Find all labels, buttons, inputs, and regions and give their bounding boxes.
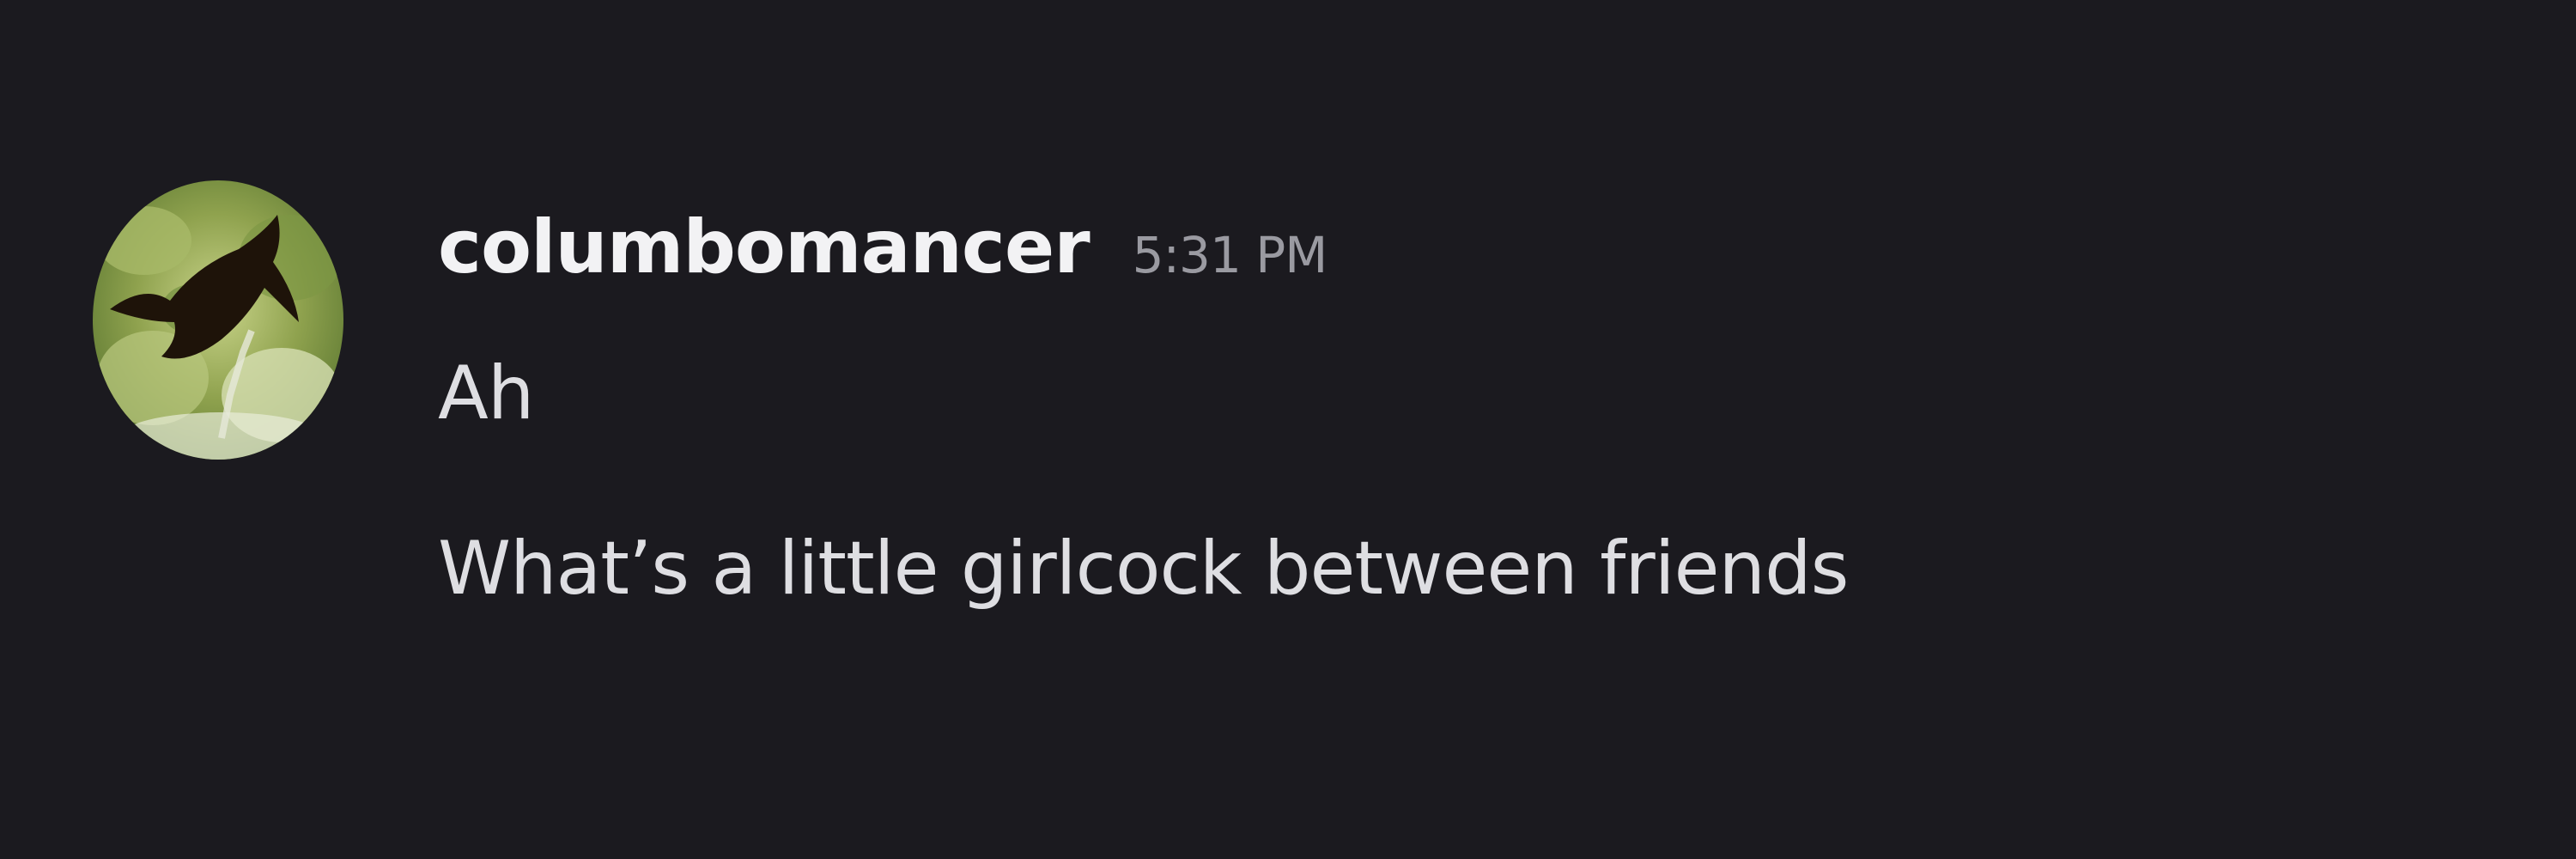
user-avatar-icon[interactable] bbox=[93, 180, 343, 460]
username[interactable]: columbomancer bbox=[438, 204, 1091, 290]
message-text: What’s a little girlcock between friends bbox=[438, 526, 1849, 612]
message-header: columbomancer 5:31 PM bbox=[438, 204, 1327, 299]
timestamp[interactable]: 5:31 PM bbox=[1133, 226, 1328, 284]
chat-message-group: columbomancer 5:31 PM Ah What’s a little… bbox=[0, 0, 2576, 859]
message-text: Ah bbox=[438, 350, 534, 436]
